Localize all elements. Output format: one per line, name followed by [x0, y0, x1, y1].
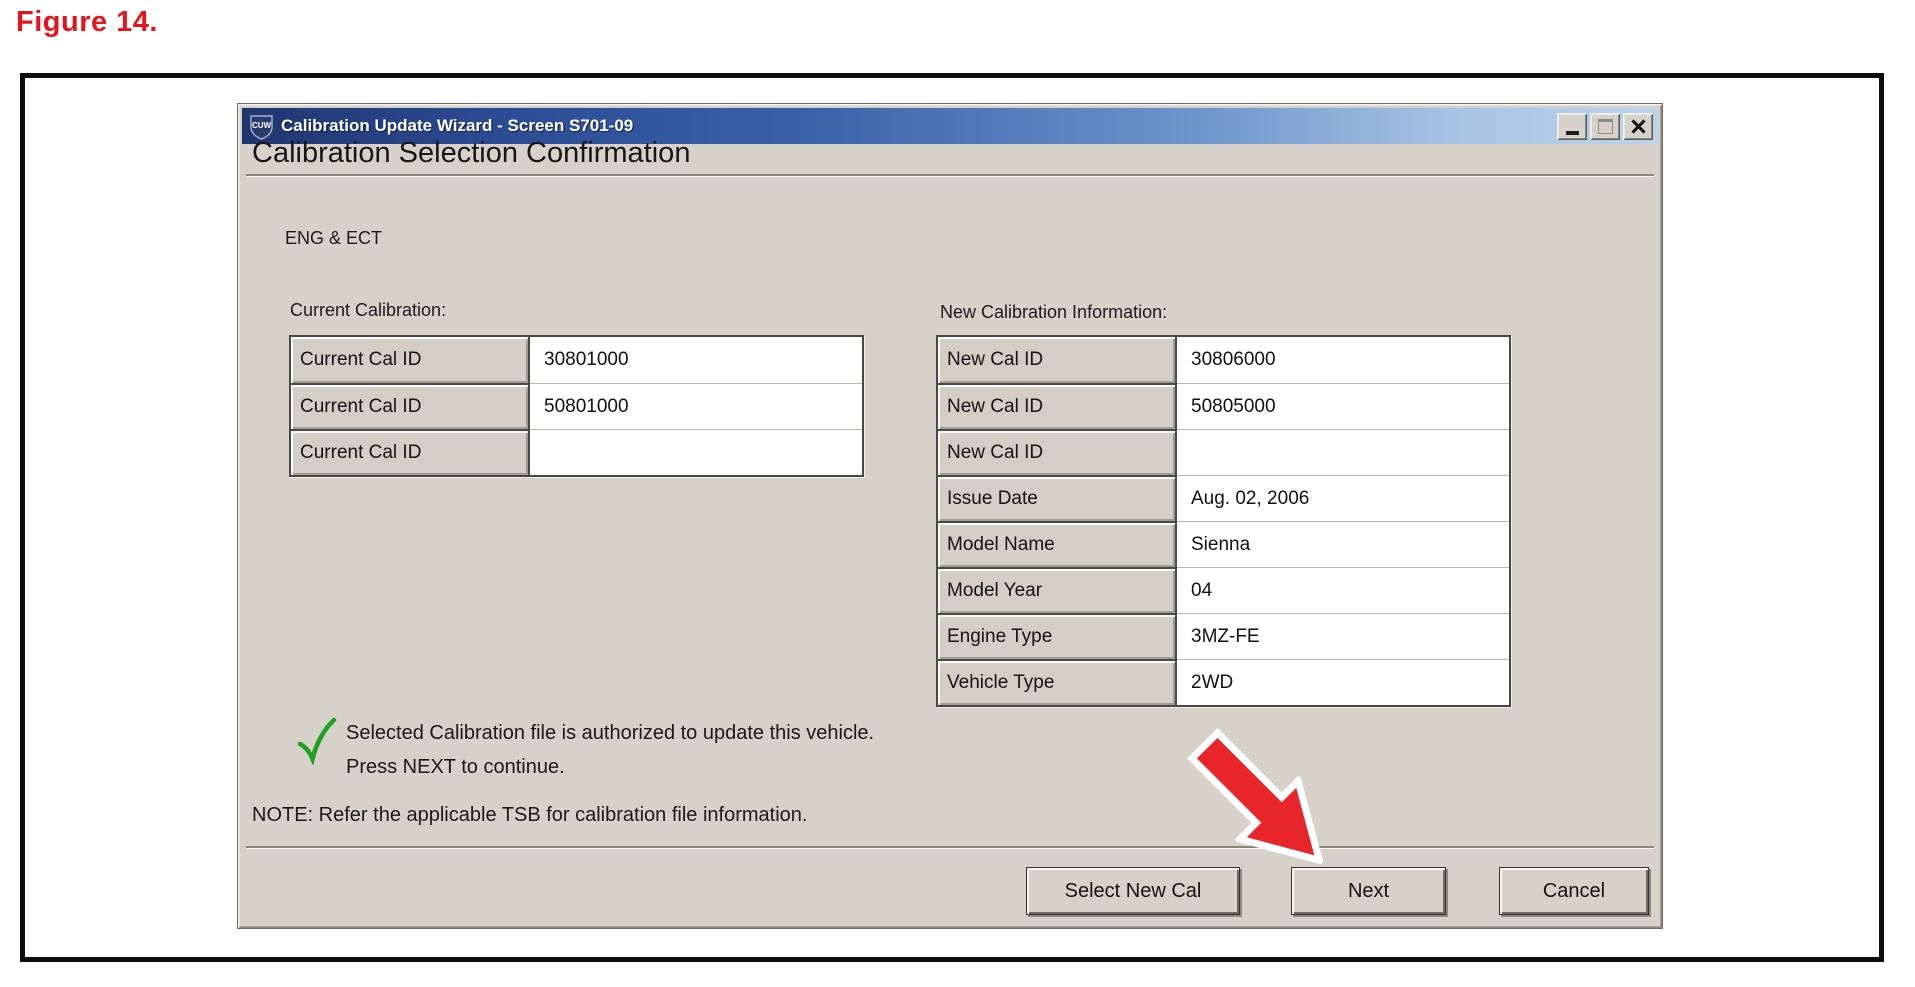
table-cell-value: 30801000	[530, 337, 862, 383]
table-cell-label: Current Cal ID	[291, 337, 530, 383]
table-cell-value: Aug. 02, 2006	[1177, 475, 1509, 521]
maximize-icon	[1598, 119, 1613, 134]
table-cell-value	[1177, 429, 1509, 475]
table-row: Model Year 04	[938, 567, 1509, 613]
table-cell-value: 50801000	[530, 383, 862, 429]
table-row: Current Cal ID 50801000	[291, 383, 862, 429]
button-divider	[246, 846, 1654, 849]
close-button[interactable]	[1623, 113, 1653, 140]
page: Figure 14. CUW Calibration Update Wizard…	[0, 0, 1915, 987]
table-cell-value: 3MZ-FE	[1177, 613, 1509, 659]
table-cell-label: Issue Date	[938, 475, 1177, 521]
minimize-icon	[1566, 131, 1579, 135]
select-new-cal-button[interactable]: Select New Cal	[1026, 867, 1240, 915]
table-cell-label: Engine Type	[938, 613, 1177, 659]
check-icon	[295, 717, 337, 765]
table-row: New Cal ID 30806000	[938, 337, 1509, 383]
status-message: Selected Calibration file is authorized …	[346, 716, 874, 784]
note-text: NOTE: Refer the applicable TSB for calib…	[252, 804, 807, 827]
cuw-app-icon: CUW	[248, 113, 275, 140]
svg-text:CUW: CUW	[252, 121, 272, 130]
table-cell-value	[530, 429, 862, 475]
table-cell-label: Current Cal ID	[291, 383, 530, 429]
table-cell-label: New Cal ID	[938, 383, 1177, 429]
table-cell-value: 04	[1177, 567, 1509, 613]
table-row: New Cal ID	[938, 429, 1509, 475]
status-line-2: Press NEXT to continue.	[346, 750, 874, 784]
maximize-button[interactable]	[1590, 113, 1620, 140]
new-calibration-table: New Cal ID 30806000 New Cal ID 50805000 …	[936, 335, 1511, 707]
table-cell-value: 50805000	[1177, 383, 1509, 429]
table-cell-value: 30806000	[1177, 337, 1509, 383]
cancel-button[interactable]: Cancel	[1499, 867, 1649, 915]
system-label: ENG & ECT	[285, 228, 382, 249]
page-title: Calibration Selection Confirmation	[252, 137, 690, 170]
table-cell-label: Current Cal ID	[291, 429, 530, 475]
next-button[interactable]: Next	[1291, 867, 1446, 915]
new-calibration-label: New Calibration Information:	[940, 302, 1167, 323]
table-cell-value: 2WD	[1177, 659, 1509, 705]
table-cell-label: Vehicle Type	[938, 659, 1177, 705]
table-row: Engine Type 3MZ-FE	[938, 613, 1509, 659]
table-row: Current Cal ID 30801000	[291, 337, 862, 383]
current-calibration-table: Current Cal ID 30801000 Current Cal ID 5…	[289, 335, 864, 477]
window-controls	[1557, 113, 1653, 140]
status-line-1: Selected Calibration file is authorized …	[346, 716, 874, 750]
table-cell-label: New Cal ID	[938, 429, 1177, 475]
figure-label: Figure 14.	[16, 6, 158, 39]
table-row: Vehicle Type 2WD	[938, 659, 1509, 705]
dialog-window: CUW Calibration Update Wizard - Screen S…	[237, 103, 1663, 929]
current-calibration-label: Current Calibration:	[290, 300, 446, 321]
heading-divider	[246, 174, 1654, 177]
table-row: Current Cal ID	[291, 429, 862, 475]
table-row: Issue Date Aug. 02, 2006	[938, 475, 1509, 521]
minimize-button[interactable]	[1557, 113, 1587, 140]
close-icon	[1631, 119, 1645, 133]
table-cell-value: Sienna	[1177, 521, 1509, 567]
table-row: New Cal ID 50805000	[938, 383, 1509, 429]
window-title: Calibration Update Wizard - Screen S701-…	[281, 116, 1557, 136]
table-cell-label: Model Name	[938, 521, 1177, 567]
table-cell-label: Model Year	[938, 567, 1177, 613]
table-row: Model Name Sienna	[938, 521, 1509, 567]
figure-frame: CUW Calibration Update Wizard - Screen S…	[20, 73, 1884, 962]
table-cell-label: New Cal ID	[938, 337, 1177, 383]
